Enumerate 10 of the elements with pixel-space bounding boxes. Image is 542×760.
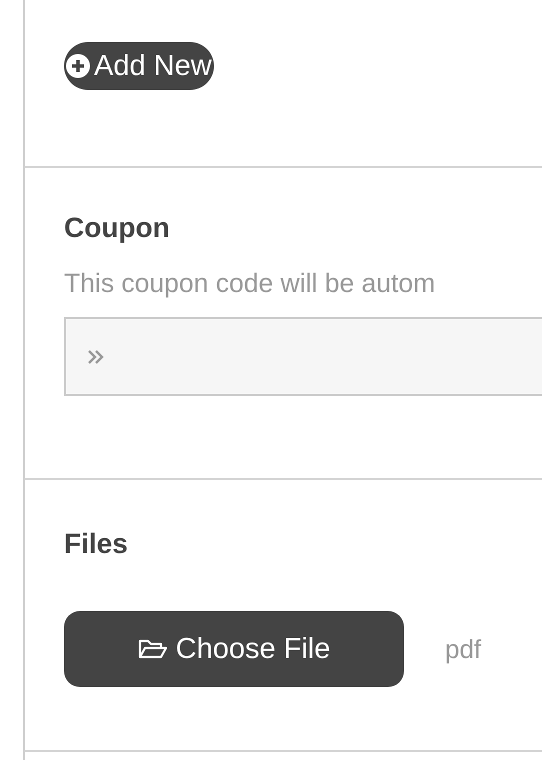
- section-title: Coupon: [64, 211, 171, 245]
- add-new-button[interactable]: Add New: [64, 42, 214, 90]
- coupon-input-field[interactable]: [64, 317, 542, 396]
- coupon-description: This coupon code will be autom: [64, 267, 436, 300]
- folder-icon: [138, 638, 168, 660]
- double-chevron-icon: [87, 348, 105, 364]
- section-title: Files: [64, 527, 129, 561]
- choose-file-button[interactable]: Choose File: [64, 611, 404, 687]
- plus-circle-icon: [66, 54, 90, 78]
- accepted-file-types: pdf: [445, 634, 482, 664]
